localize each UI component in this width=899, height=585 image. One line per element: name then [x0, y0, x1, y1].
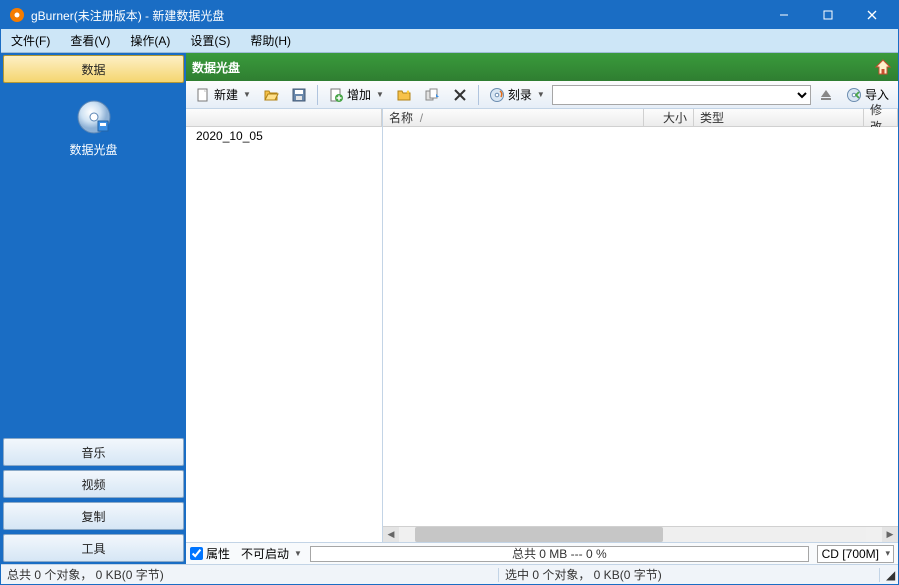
add-button[interactable]: 增加 ▼: [323, 83, 389, 107]
footer-bar: 属性 不可启动 ▼ 总共 0 MB --- 0 % CD [700M]: [186, 542, 898, 564]
drive-select[interactable]: [552, 85, 811, 105]
col-size[interactable]: 大小: [644, 109, 694, 126]
maximize-button[interactable]: [806, 1, 850, 29]
minimize-button[interactable]: [762, 1, 806, 29]
sidebar-panel-label: 数据光盘: [69, 141, 117, 158]
col-name[interactable]: 名称 /: [383, 109, 644, 126]
new-folder-button[interactable]: [391, 83, 417, 107]
tree-header: [186, 109, 382, 127]
delete-button[interactable]: [447, 83, 473, 107]
tree-root-label: 2020_10_05: [196, 129, 263, 143]
new-file-icon: [195, 87, 211, 103]
statusbar: 总共 0 个对象， 0 KB(0 字节) 选中 0 个对象， 0 KB(0 字节…: [1, 564, 898, 584]
progress-bar: 总共 0 MB --- 0 %: [310, 546, 809, 562]
menubar: 文件(F) 查看(V) 操作(A) 设置(S) 帮助(H): [1, 29, 898, 53]
resize-grip[interactable]: ◢: [880, 568, 898, 582]
list-pane: 名称 / 大小 类型 修改 ◀ ▶: [383, 109, 898, 542]
col-type[interactable]: 类型: [694, 109, 864, 126]
sidebar-tab-music[interactable]: 音乐: [3, 438, 184, 466]
bootable-dropdown[interactable]: 不可启动 ▼: [238, 545, 302, 562]
open-button[interactable]: [258, 83, 284, 107]
scroll-thumb[interactable]: [415, 527, 663, 542]
chevron-down-icon: ▼: [537, 90, 545, 99]
scroll-right-arrow[interactable]: ▶: [882, 527, 898, 542]
close-button[interactable]: [850, 1, 894, 29]
sidebar-tab-copy[interactable]: 复制: [3, 502, 184, 530]
menu-view[interactable]: 查看(V): [60, 29, 120, 52]
properties-checkbox[interactable]: 属性: [190, 545, 230, 562]
new-folder-icon: [396, 87, 412, 103]
tree-pane: 2020_10_05: [186, 109, 383, 542]
chevron-down-icon: ▼: [294, 549, 302, 558]
menu-settings[interactable]: 设置(S): [180, 29, 240, 52]
sidebar-panel: 数据光盘: [1, 85, 186, 436]
chevron-down-icon: ▼: [376, 90, 384, 99]
disc-icon[interactable]: [76, 99, 112, 135]
header-bar: 数据光盘: [186, 53, 898, 81]
menu-help[interactable]: 帮助(H): [240, 29, 301, 52]
menu-action[interactable]: 操作(A): [120, 29, 180, 52]
media-select[interactable]: CD [700M]: [817, 545, 894, 563]
extract-button[interactable]: [419, 83, 445, 107]
status-total: 总共 0 个对象， 0 KB(0 字节): [1, 566, 170, 583]
eject-icon: [818, 87, 834, 103]
tree-root-item[interactable]: 2020_10_05: [186, 127, 382, 145]
titlebar: gBurner(未注册版本) - 新建数据光盘: [1, 1, 898, 29]
window-title: gBurner(未注册版本) - 新建数据光盘: [31, 7, 762, 24]
col-modified[interactable]: 修改: [864, 109, 898, 126]
status-selected: 选中 0 个对象， 0 KB(0 字节): [499, 566, 879, 583]
burn-disc-icon: [489, 87, 505, 103]
sidebar-tab-video[interactable]: 视频: [3, 470, 184, 498]
delete-icon: [452, 87, 468, 103]
sidebar: 数据 数据光盘 音乐 视频 复制 工具: [1, 53, 186, 564]
extract-icon: [424, 87, 440, 103]
save-button[interactable]: [286, 83, 312, 107]
sidebar-tab-data[interactable]: 数据: [3, 55, 184, 83]
new-button[interactable]: 新建 ▼: [190, 83, 256, 107]
chevron-down-icon: ▼: [243, 90, 251, 99]
home-icon[interactable]: [874, 58, 892, 76]
list-body[interactable]: [383, 127, 898, 526]
header-title: 数据光盘: [192, 59, 240, 76]
burn-button[interactable]: 刻录 ▼: [484, 83, 550, 107]
menu-file[interactable]: 文件(F): [1, 29, 60, 52]
horizontal-scrollbar[interactable]: ◀ ▶: [383, 526, 898, 542]
main: 数据光盘 新建 ▼ 增加 ▼: [186, 53, 898, 564]
floppy-icon: [291, 87, 307, 103]
app-icon: [9, 7, 25, 23]
list-header: 名称 / 大小 类型 修改: [383, 109, 898, 127]
toolbar: 新建 ▼ 增加 ▼: [186, 81, 898, 109]
folder-open-icon: [263, 87, 279, 103]
eject-button[interactable]: [813, 83, 839, 107]
add-file-icon: [328, 87, 344, 103]
import-disc-icon: [846, 87, 862, 103]
scroll-left-arrow[interactable]: ◀: [383, 527, 399, 542]
sidebar-tab-tools[interactable]: 工具: [3, 534, 184, 562]
